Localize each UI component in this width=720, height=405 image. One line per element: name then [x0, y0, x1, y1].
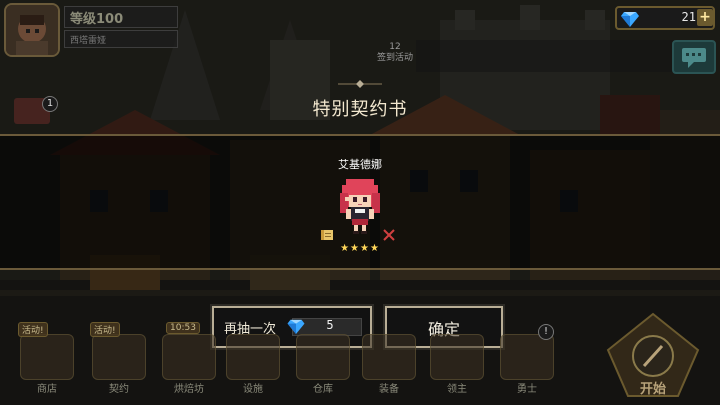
nav-label-warehouse: 仓库: [313, 384, 333, 395]
nav-label-equipment: 装备: [379, 384, 399, 395]
scroll-icon: [321, 230, 333, 240]
title-ornament-icon: [338, 80, 382, 88]
gem-count: 21: [681, 10, 696, 24]
contract-icon: [92, 334, 146, 380]
chat-icon: [682, 48, 706, 68]
warriors-alert-badge: !: [538, 324, 554, 340]
dialog-title: 特别契约书: [312, 99, 408, 120]
chat-button[interactable]: [672, 40, 716, 74]
nav-label-warriors: 勇士: [517, 384, 537, 395]
equipment-icon: [362, 334, 416, 380]
start-label: 开始: [639, 382, 666, 397]
nav-label-contract: 契约: [109, 384, 129, 395]
hero-name: 艾基德娜: [338, 158, 382, 171]
event-banner-area: [416, 40, 686, 72]
contract-event-badge: 活动!: [90, 322, 120, 337]
nav-label-bakery: 烘焙坊: [174, 384, 204, 395]
shop-event-badge: 活动!: [18, 322, 48, 337]
nav-label-lord: 领主: [447, 384, 467, 395]
bakery-icon: [162, 334, 216, 380]
facilities-icon: [226, 334, 280, 380]
event-label: 签到活动: [376, 53, 413, 63]
event-day: 12: [389, 42, 401, 52]
hero-sprite: [340, 179, 380, 234]
bakery-timer-badge: 10:53: [166, 322, 200, 334]
hero-rarity-stars: ★★★★: [340, 243, 380, 254]
warehouse-icon: [296, 334, 350, 380]
nav-label-facilities: 设施: [243, 384, 263, 395]
lord-icon: [430, 334, 484, 380]
gem-icon: [621, 12, 639, 27]
warriors-icon: [500, 334, 554, 380]
player-avatar[interactable]: [4, 3, 60, 57]
add-gems-button[interactable]: +: [697, 9, 713, 26]
player-title: 西塔雷娅: [70, 36, 107, 46]
nav-label-shop: 商店: [37, 384, 57, 395]
avatar-portrait: [6, 5, 58, 55]
player-level: 等级100: [70, 12, 124, 27]
shop-icon: [20, 334, 74, 380]
crossed-swords-icon: [383, 229, 395, 241]
event-checkin[interactable]: 12 签到活动: [375, 42, 415, 64]
